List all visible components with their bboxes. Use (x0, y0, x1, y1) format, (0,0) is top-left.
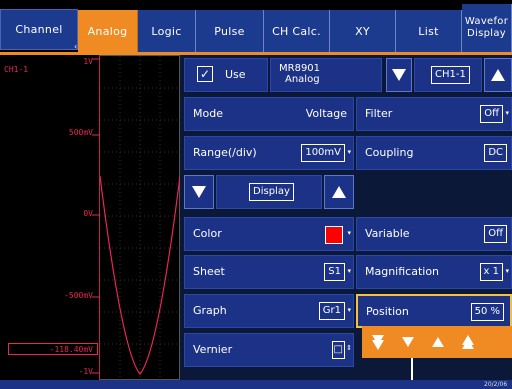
color-swatch[interactable] (325, 226, 343, 244)
color-label: Color (193, 227, 222, 240)
chevron-left-icon: ‹ (74, 42, 78, 51)
tab-xy-label: XY (355, 24, 370, 38)
display-prev-button[interactable] (184, 175, 214, 209)
tab-pulse[interactable]: Pulse (196, 10, 264, 52)
tab-analog-label: Analog (87, 24, 128, 38)
dropdown-icon: ▾ (505, 267, 509, 275)
filter-row[interactable]: Filter Off ▾ (356, 97, 512, 131)
variable-row[interactable]: Variable Off (356, 217, 512, 251)
channel-prev-button[interactable] (386, 58, 412, 92)
dropdown-icon: ▾ (347, 229, 351, 237)
tab-waveform-label-1: Wavefor (464, 16, 509, 27)
module-info: MR8901 Analog (270, 58, 382, 92)
use-label: Use (225, 68, 246, 81)
coupling-value: DC (484, 144, 507, 162)
tab-waveform-label-2: Display (467, 28, 506, 39)
graph-value: Gr1 (318, 302, 345, 320)
axis-scale: CH1-1 1V 500mV 0V -500mV -118.40mV -1V (0, 55, 100, 380)
coupling-row[interactable]: Coupling DC (356, 136, 512, 170)
vernier-label: Vernier (193, 343, 233, 356)
tab-channel-label: Channel (15, 23, 63, 36)
vernier-toggle[interactable]: □ (331, 341, 345, 359)
magnification-row[interactable]: Magnification x 1 ▾ (356, 255, 512, 289)
tab-bar: Channel ‹ Analog Logic Pulse CH Calc. XY… (0, 0, 512, 52)
variable-label: Variable (365, 227, 410, 240)
triangle-down-icon (192, 186, 206, 198)
display-select[interactable]: Display (216, 175, 322, 209)
stepper-pointer (411, 358, 413, 380)
mode-value: Voltage (305, 107, 347, 120)
down-icon[interactable] (396, 330, 420, 354)
triangle-up-icon (332, 186, 346, 198)
mode-label: Mode (193, 107, 223, 120)
position-label: Position (366, 305, 409, 318)
range-value: 100mV (301, 144, 345, 162)
tab-logic-label: Logic (151, 24, 182, 38)
double-up-icon[interactable] (456, 330, 480, 354)
range-label: Range(/div) (193, 146, 257, 159)
channel-select[interactable]: CH1-1 (414, 58, 482, 92)
module-name: MR8901 (279, 63, 321, 74)
position-stepper (362, 326, 512, 358)
vernier-row[interactable]: Vernier □ ⇕ (184, 333, 354, 367)
up-icon[interactable] (426, 330, 450, 354)
tab-analog[interactable]: Analog (78, 10, 138, 52)
double-down-icon[interactable] (366, 330, 390, 354)
magnification-label: Magnification (365, 265, 440, 278)
tab-waveform-display[interactable]: Wavefor Display (462, 4, 512, 52)
filter-label: Filter (365, 107, 393, 120)
tab-pulse-label: Pulse (214, 24, 245, 38)
tab-logic[interactable]: Logic (138, 10, 196, 52)
sheet-value: S1 (324, 263, 345, 281)
tab-list-label: List (418, 24, 439, 38)
sheet-label: Sheet (193, 265, 225, 278)
filter-value: Off (480, 105, 503, 123)
triangle-up-icon (491, 69, 505, 81)
check-icon[interactable]: ✓ (197, 66, 213, 82)
graph-label: Graph (193, 304, 227, 317)
tick-marks (92, 58, 100, 374)
status-bar: 20/2/06 (0, 380, 512, 389)
coupling-label: Coupling (365, 146, 414, 159)
module-type: Analog (285, 74, 320, 85)
position-row[interactable]: Position 50 % (356, 294, 512, 328)
status-date: 20/2/06 (484, 381, 508, 388)
mode-row[interactable]: Mode Voltage (184, 97, 354, 131)
color-row[interactable]: Color ▾ (184, 217, 354, 251)
waveform-trace (99, 56, 181, 381)
channel-select-value: CH1-1 (431, 66, 470, 84)
tab-ch-calc-label: CH Calc. (272, 24, 321, 38)
sheet-row[interactable]: Sheet S1 ▾ (184, 255, 354, 289)
tab-xy[interactable]: XY (330, 10, 396, 52)
waveform-panel: CH1-1 1V 500mV 0V -500mV -118.40mV -1V (0, 55, 181, 381)
dropdown-icon: ▾ (347, 148, 351, 156)
dropdown-icon: ▾ (505, 109, 509, 117)
magnification-value: x 1 (479, 263, 503, 281)
position-value: 50 % (470, 303, 504, 321)
tab-channel[interactable]: Channel ‹ (0, 9, 78, 51)
range-row[interactable]: Range(/div) 100mV ▾ (184, 136, 354, 170)
spinner-icon: ⇕ (346, 344, 352, 352)
display-value: Display (249, 183, 294, 201)
graph-row[interactable]: Graph Gr1 ▾ (184, 294, 354, 328)
variable-value: Off (484, 225, 507, 243)
dropdown-icon: ▾ (347, 267, 351, 275)
tab-list[interactable]: List (396, 10, 462, 52)
display-next-button[interactable] (324, 175, 354, 209)
tab-ch-calc[interactable]: CH Calc. (264, 10, 330, 52)
use-toggle[interactable]: ✓ Use (184, 58, 268, 92)
triangle-down-icon (392, 69, 406, 81)
channel-next-button[interactable] (484, 58, 512, 92)
dropdown-icon: ▾ (347, 306, 351, 314)
waveform-grid (99, 55, 181, 381)
